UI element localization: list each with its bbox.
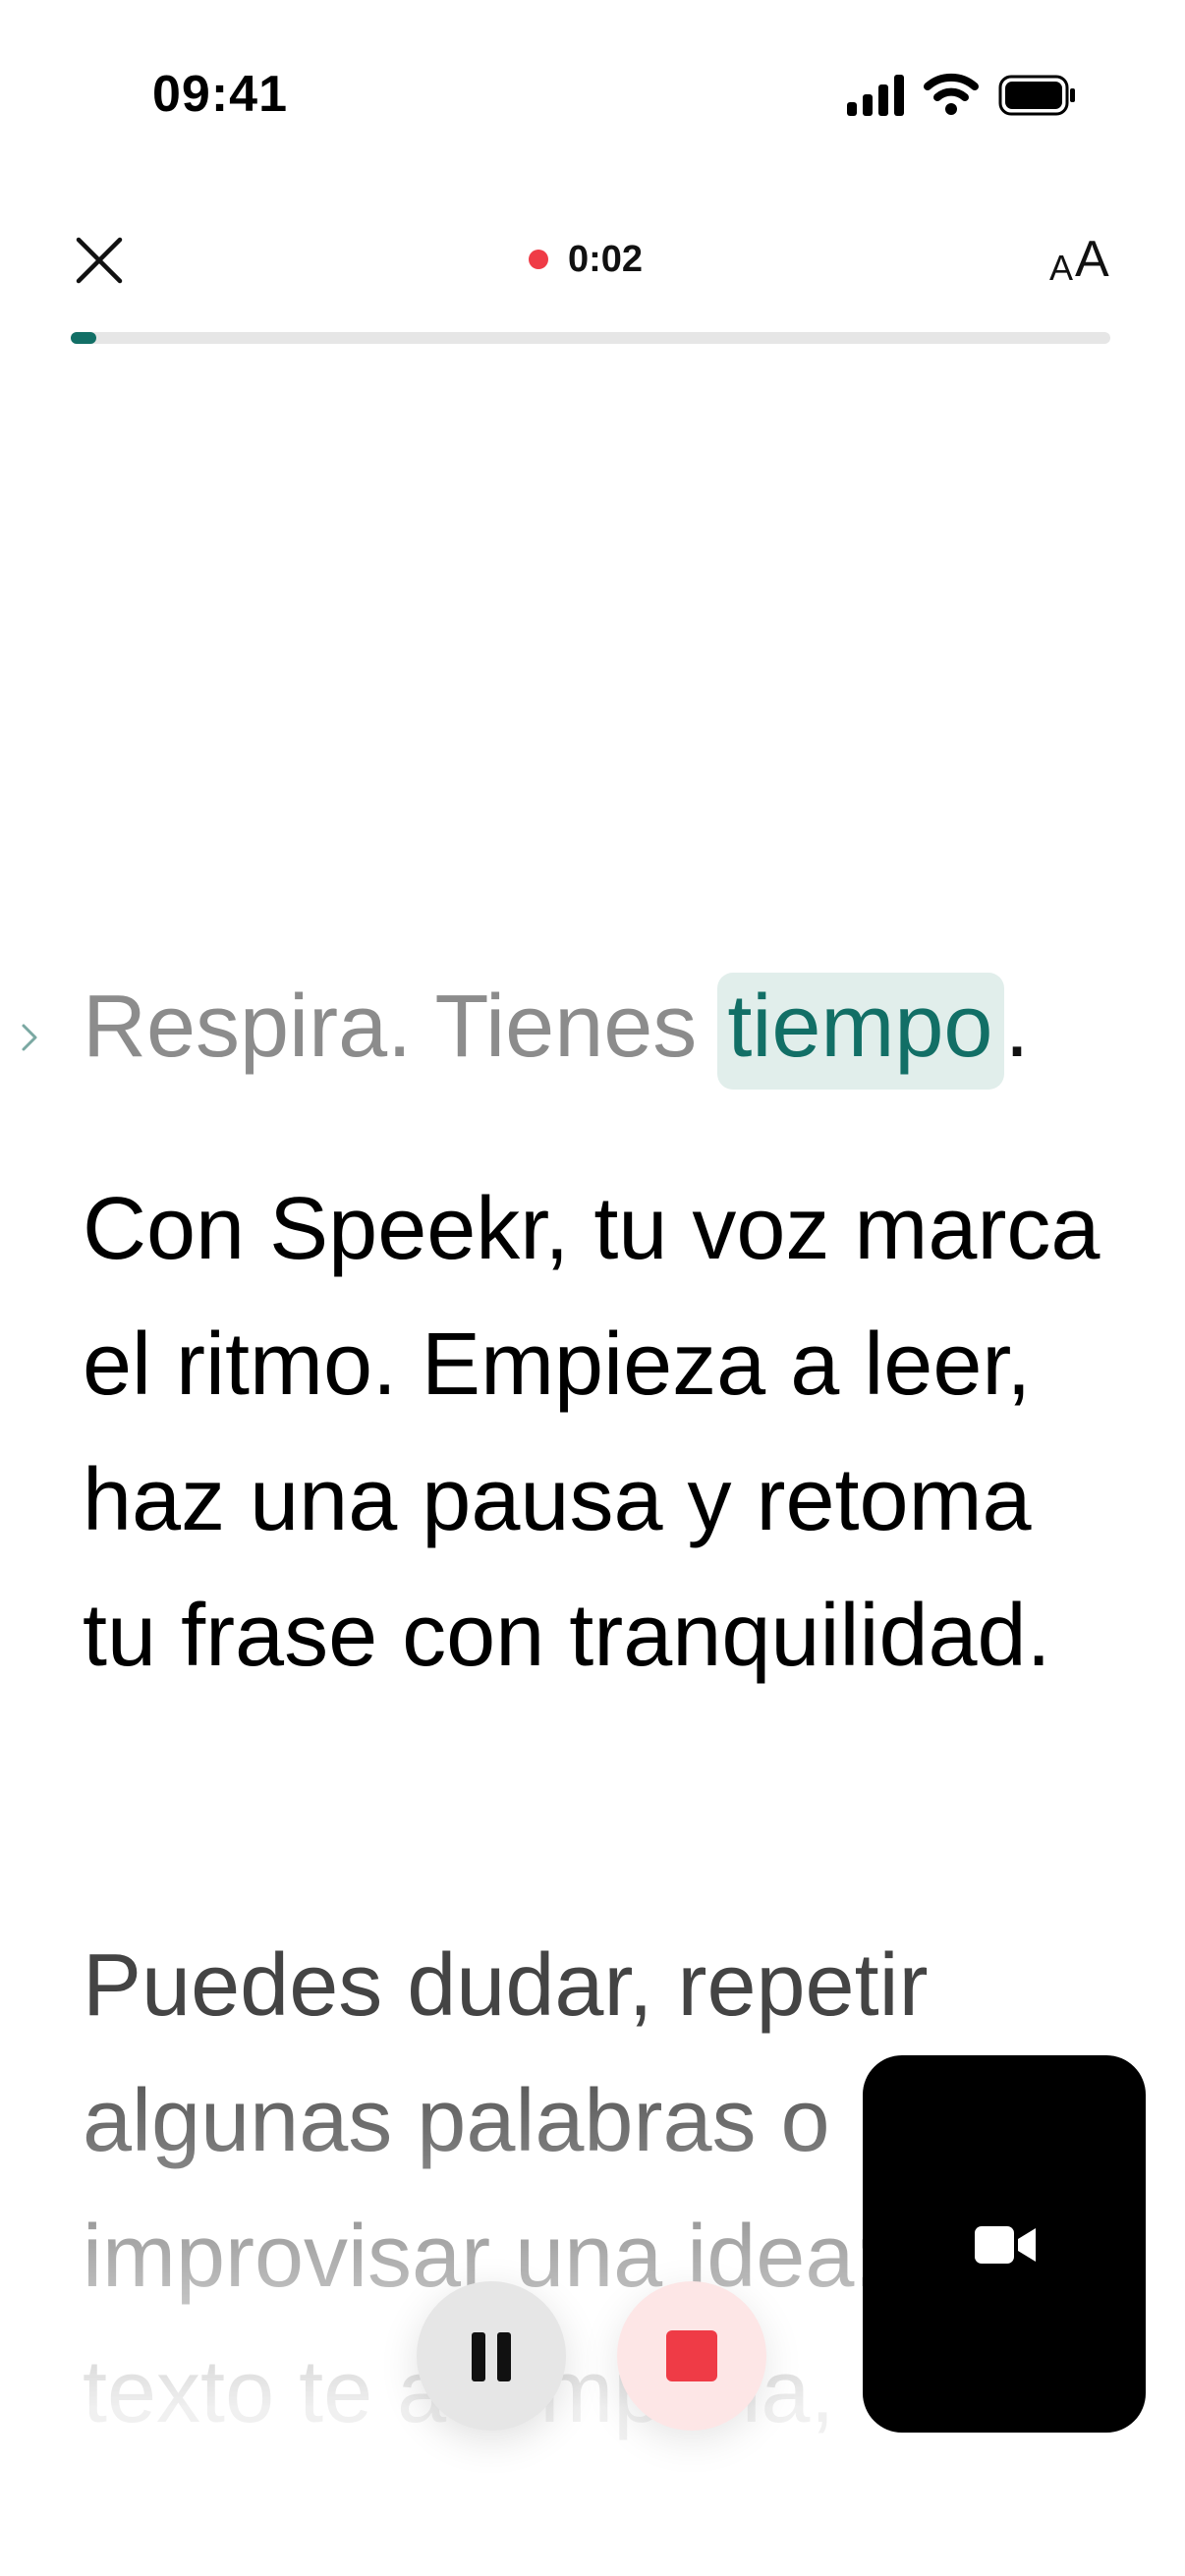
recording-dot-icon [529,250,548,269]
text-size-large-glyph: A [1075,231,1109,288]
current-line-end: . [1004,978,1030,1076]
recording-status: 0:02 [529,236,643,283]
battery-icon [998,75,1075,116]
script-progress-fill [71,332,97,344]
wifi-icon [924,73,979,115]
read-text: Respira. Tienes [83,978,722,1076]
stop-button[interactable] [617,2281,766,2431]
camera-preview[interactable] [863,2055,1146,2433]
current-line: Respira. Tienes tiempo. [83,973,1029,1090]
status-time: 09:41 [152,66,288,123]
pause-icon [472,2332,511,2381]
close-button[interactable] [73,234,126,287]
close-icon [76,237,123,284]
current-word-highlight: tiempo [717,973,1005,1090]
stop-icon [666,2330,717,2381]
script-paragraph: Con Speekr, tu voz marca el ritmo. Empie… [83,1180,1100,1685]
text-size-small-glyph: A [1049,248,1074,288]
recording-time: 0:02 [568,238,644,280]
reading-cue-arrow-icon [22,1024,37,1051]
pause-button[interactable] [417,2281,566,2431]
video-camera-icon [975,2226,1036,2264]
cellular-signal-icon [847,75,904,116]
text-size-button[interactable]: A A [1049,230,1109,289]
script-progress-bar [71,332,1110,344]
status-bar: 09:41 [0,0,1185,196]
